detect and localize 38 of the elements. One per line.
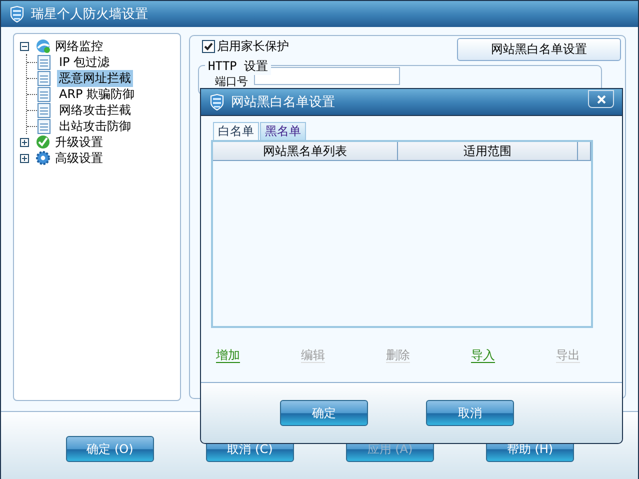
window-title: 瑞星个人防火墙设置 xyxy=(31,6,148,23)
collapse-icon[interactable] xyxy=(20,42,29,50)
shield-icon xyxy=(209,94,225,110)
checkbox-label: 启用家长保护 xyxy=(217,38,289,55)
action-link[interactable]: 增加 xyxy=(216,348,240,363)
close-icon xyxy=(596,94,606,104)
footer-button[interactable]: 确定 (O) xyxy=(66,436,154,462)
check-icon xyxy=(204,42,213,51)
dialog-title: 网站黑白名单设置 xyxy=(231,94,335,111)
dialog-button[interactable]: 确定 xyxy=(280,400,368,426)
expand-icon[interactable] xyxy=(20,154,29,162)
page-icon xyxy=(37,54,51,70)
gear-icon xyxy=(35,150,51,166)
tree-item[interactable]: 升级设置 xyxy=(53,134,105,150)
tab[interactable]: 白名单 xyxy=(213,122,259,140)
close-button[interactable] xyxy=(588,90,614,108)
tree-item[interactable]: ARP 欺骗防御 xyxy=(57,86,137,102)
column-header[interactable]: 网站黑名单列表 xyxy=(213,142,398,160)
column-header[interactable]: 适用范围 xyxy=(398,142,578,160)
check-shield-icon xyxy=(35,134,51,150)
tree-item[interactable]: 网络攻击拦截 xyxy=(57,102,133,118)
page-icon xyxy=(37,118,51,134)
tree-item[interactable]: 高级设置 xyxy=(53,150,105,166)
tab[interactable]: 黑名单 xyxy=(260,122,306,140)
tree-item[interactable]: 网络监控 xyxy=(53,38,105,54)
page-icon xyxy=(37,86,51,102)
tree-item[interactable]: 出站攻击防御 xyxy=(57,118,133,134)
globe-icon xyxy=(35,38,51,54)
action-link[interactable]: 导入 xyxy=(471,348,495,363)
tree-item[interactable]: IP 包过滤 xyxy=(57,54,112,70)
page-icon xyxy=(37,70,51,86)
port-label: 端口号 xyxy=(215,74,248,89)
expand-icon[interactable] xyxy=(20,138,29,146)
checkbox[interactable] xyxy=(202,40,215,53)
page-icon xyxy=(37,102,51,118)
shield-icon xyxy=(9,6,25,22)
list-settings-button[interactable]: 网站黑白名单设置 xyxy=(457,38,621,61)
tree-item[interactable]: 恶意网址拦截 xyxy=(57,70,133,86)
